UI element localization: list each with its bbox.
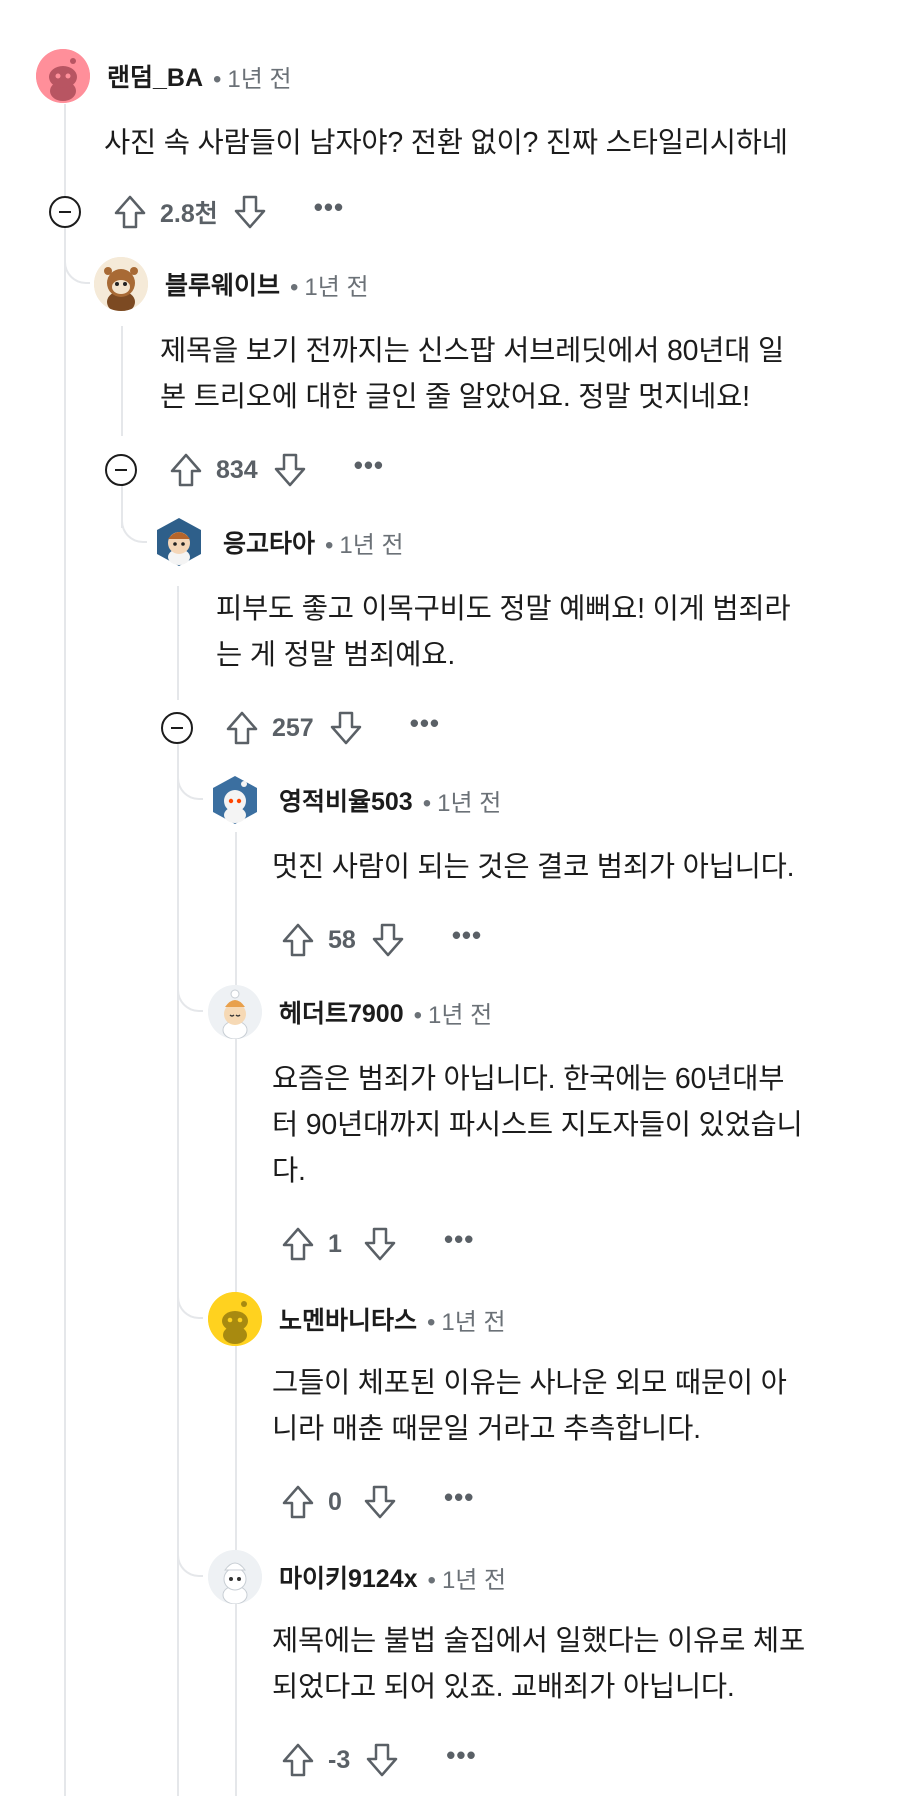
comment-timestamp: • 1년 전 — [427, 1308, 506, 1336]
snoo-chef-icon — [208, 1550, 262, 1604]
comment-header: 영적비율503 • 1년 전 — [208, 772, 501, 828]
collapse-thread-button[interactable] — [49, 196, 81, 228]
downvote-icon[interactable] — [370, 920, 406, 960]
comment-body: 요즘은 범죄가 아닙니다. 한국에는 60년대부 터 90년대까지 파시스트 지… — [272, 1063, 803, 1187]
comment-actions: 58 ••• — [280, 918, 482, 962]
comment-author[interactable]: 블루웨이브 — [165, 266, 280, 302]
comment-actions: 834 ••• — [168, 448, 384, 492]
comment-header: 블루웨이브 • 1년 전 — [94, 256, 369, 312]
upvote-icon[interactable] — [280, 1740, 316, 1780]
comment-actions: 1 ••• — [280, 1222, 474, 1266]
snoo-chef-icon — [208, 985, 262, 1039]
snoo-hexagon-icon — [213, 776, 257, 824]
comment-timestamp: • 1년 전 — [290, 273, 369, 301]
more-options-button[interactable]: ••• — [444, 1226, 474, 1254]
comment-header: 응고타아 • 1년 전 — [152, 514, 404, 570]
comment-header: 마이키9124x • 1년 전 — [208, 1549, 506, 1605]
upvote-icon[interactable] — [280, 1482, 316, 1522]
comment-body: 제목에는 불법 술집에서 일했다는 이유로 체포 되었다고 되어 있죠. 교배죄… — [272, 1625, 805, 1703]
comment-timestamp: • 1년 전 — [213, 65, 292, 93]
avatar[interactable] — [208, 773, 262, 827]
thread-line-level-3 — [177, 586, 179, 700]
downvote-icon[interactable] — [328, 708, 364, 748]
downvote-icon[interactable] — [362, 1482, 398, 1522]
vote-score: 834 — [216, 455, 258, 484]
thread-line-level-1 — [64, 104, 66, 1796]
comment-body: 피부도 좋고 이목구비도 정말 예뻐요! 이게 범죄라 는 게 정말 범죄예요. — [216, 593, 791, 671]
thread-curve — [121, 517, 147, 543]
vote-score: 58 — [328, 925, 356, 954]
more-options-button[interactable]: ••• — [444, 1484, 474, 1512]
comment-author[interactable]: 마이키9124x — [279, 1559, 418, 1595]
comment-actions: -3 ••• — [280, 1738, 477, 1782]
comment-timestamp: • 1년 전 — [422, 789, 502, 817]
thread-curve — [177, 1551, 203, 1577]
avatar[interactable] — [94, 257, 148, 311]
comment-header: 헤더트7900 • 1년 전 — [208, 984, 492, 1040]
thread-curve — [177, 774, 203, 800]
thread-line-level-3b — [177, 744, 179, 1796]
more-options-button[interactable]: ••• — [314, 194, 344, 222]
comment-timestamp: • 1년 전 — [413, 1001, 493, 1029]
avatar[interactable] — [208, 985, 262, 1039]
avatar[interactable] — [152, 515, 206, 569]
vote-score: 0 — [328, 1487, 342, 1516]
comment-author[interactable]: 랜덤_BA — [107, 58, 203, 94]
comment-timestamp: • 1년 전 — [325, 531, 404, 559]
more-options-button[interactable]: ••• — [452, 922, 482, 950]
avatar[interactable] — [208, 1292, 262, 1346]
snoo-hexagon-icon — [157, 518, 201, 566]
more-options-button[interactable]: ••• — [410, 710, 440, 738]
comment-body: 제목을 보기 전까지는 신스팝 서브레딧에서 80년대 일 본 트리오에 대한 … — [160, 335, 785, 413]
thread-curve — [64, 258, 90, 284]
thread-line-level-2 — [121, 326, 123, 436]
downvote-icon[interactable] — [272, 450, 308, 490]
collapse-thread-button[interactable] — [105, 454, 137, 486]
downvote-icon[interactable] — [364, 1740, 400, 1780]
downvote-icon[interactable] — [362, 1224, 398, 1264]
thread-curve — [177, 1293, 203, 1319]
comment-author[interactable]: 헤더트7900 — [279, 994, 404, 1030]
snoo-costume-icon — [94, 257, 148, 311]
upvote-icon[interactable] — [224, 708, 260, 748]
more-options-button[interactable]: ••• — [446, 1742, 476, 1770]
vote-score: 1 — [328, 1229, 342, 1258]
upvote-icon[interactable] — [280, 1224, 316, 1264]
comment-timestamp: • 1년 전 — [427, 1566, 507, 1594]
upvote-icon[interactable] — [168, 450, 204, 490]
thread-curve — [177, 986, 203, 1012]
vote-score: -3 — [328, 1745, 351, 1774]
comment-actions: 257 ••• — [224, 706, 440, 750]
comment-header: 노멘바니타스 • 1년 전 — [208, 1291, 506, 1347]
comment-body: 그들이 체포된 이유는 사나운 외모 때문이 아 니라 매춘 때문일 거라고 추… — [272, 1367, 787, 1445]
vote-score: 257 — [272, 713, 314, 742]
comment-author[interactable]: 노멘바니타스 — [279, 1301, 417, 1337]
snoo-default-icon — [36, 49, 90, 103]
comment-body: 사진 속 사람들이 남자야? 전환 없이? 진짜 스타일리시하네 — [104, 127, 788, 159]
comment-header: 랜덤_BA • 1년 전 — [36, 48, 292, 104]
downvote-icon[interactable] — [232, 192, 268, 232]
avatar[interactable] — [208, 1550, 262, 1604]
more-options-button[interactable]: ••• — [354, 452, 384, 480]
upvote-icon[interactable] — [280, 920, 316, 960]
comment-actions: 2.8천 ••• — [112, 190, 344, 234]
upvote-icon[interactable] — [112, 192, 148, 232]
snoo-default-icon — [208, 1292, 262, 1346]
collapse-thread-button[interactable] — [161, 712, 193, 744]
vote-score: 2.8천 — [160, 200, 218, 228]
comment-author[interactable]: 응고타아 — [223, 524, 315, 560]
comment-actions: 0 ••• — [280, 1480, 474, 1524]
avatar[interactable] — [36, 49, 90, 103]
comment-author[interactable]: 영적비율503 — [279, 782, 413, 818]
comment-body: 멋진 사람이 되는 것은 결코 범죄가 아닙니다. — [272, 851, 795, 883]
